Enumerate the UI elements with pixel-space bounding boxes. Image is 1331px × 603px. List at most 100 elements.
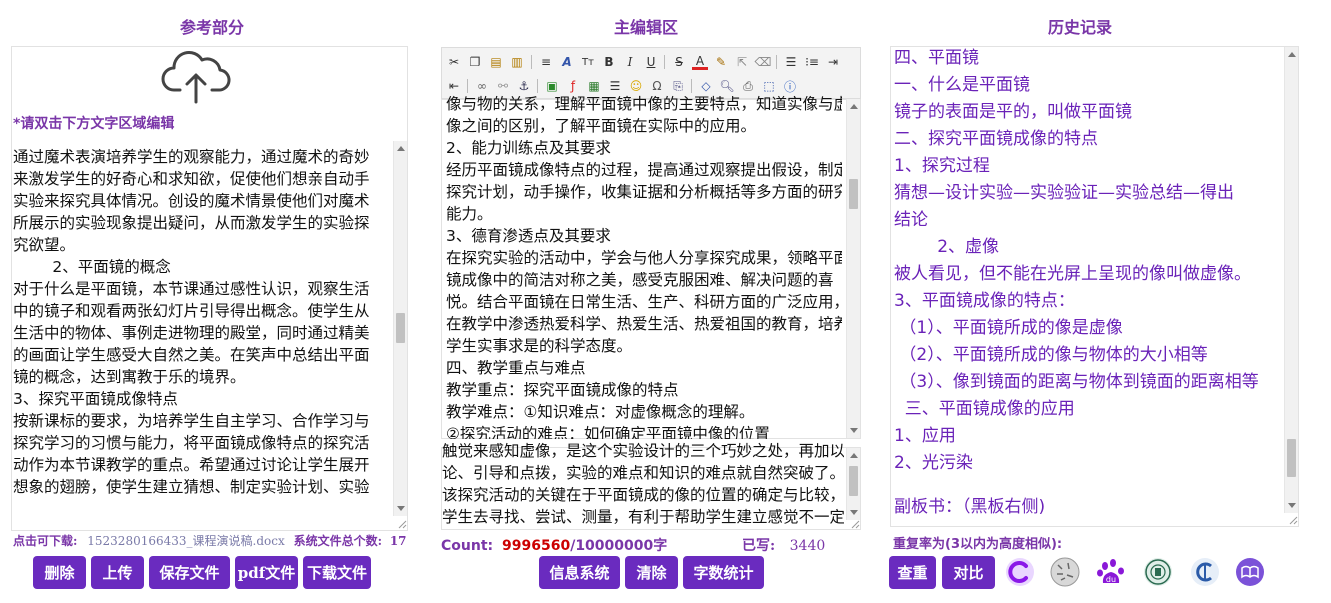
editor-main-text[interactable]: 像与物的关系，理解平面镜中像的主要特点，知道实像与虚 像之间的区别，了解平面镜在实…: [446, 93, 842, 439]
text-line: ②探究活动的难点：如何确定平面镜中像的位置: [446, 425, 770, 439]
text-line: 1、应用: [894, 426, 956, 446]
print-icon[interactable]: ⎙: [740, 78, 756, 94]
reference-text-area[interactable]: 通过魔术表演培养学生的观察能力，通过魔术的奇妙 来激发学生的好奇心和求知欲，促使他…: [13, 146, 393, 528]
anchor-icon[interactable]: ⚓: [516, 78, 532, 94]
text-line: 2、光污染: [894, 453, 973, 473]
text-line: 三、平面镜成像的应用: [894, 399, 1075, 419]
editor-lower-text[interactable]: 触觉来感知虚像，是这个实验设计的三个巧妙之处，再加以讨 论、引导和点拨，实验的难点…: [442, 440, 844, 528]
text-line: 一、什么是平面镜: [894, 75, 1030, 95]
indent-icon[interactable]: ⇥: [825, 54, 841, 70]
table-icon[interactable]: ▦: [586, 78, 602, 94]
editor-main-scrollbar[interactable]: [846, 99, 860, 438]
text-line: 镜成像中的简洁对称之美，感受克服困难、解决问题的喜: [446, 271, 834, 289]
text-line: 3、探究平面镜成像特点: [13, 390, 178, 408]
cut-icon[interactable]: ✂: [446, 54, 462, 70]
align-left-icon[interactable]: ≡: [538, 54, 554, 70]
text-line: 在教学中渗透热爱科学、热爱生活、热爱祖国的教育，培养: [446, 315, 842, 333]
maximize-icon[interactable]: ⬚: [761, 78, 777, 94]
word-count-button[interactable]: 字数统计: [683, 556, 764, 589]
text-line: 该探究活动的关键在于平面镜成的像的位置的确定与比较，让: [442, 486, 844, 504]
eraser-icon[interactable]: ⌫: [755, 54, 772, 70]
text-line: 悦。结合平面镜在日常生活、生产、科研方面的广泛应用，: [446, 293, 842, 311]
delete-button[interactable]: 删除: [33, 556, 86, 589]
download-label: 点击可下载:: [13, 534, 78, 548]
copy-icon[interactable]: ❐: [467, 54, 483, 70]
text-line: 对于什么是平面镜，本节课通过感性认识，观察生活: [13, 280, 370, 298]
select-icon[interactable]: ⇱: [734, 54, 750, 70]
history-scrollbar[interactable]: [1284, 47, 1298, 513]
bullet-list-icon[interactable]: ⁝≡: [804, 54, 820, 70]
reference-title: 参考部分: [180, 18, 245, 37]
university-seal-icon[interactable]: [1143, 557, 1173, 587]
download-file-button[interactable]: 下载文件: [303, 556, 371, 589]
text-line: 猜想—设计实验—实验验证—实验总结—得出: [894, 183, 1234, 203]
font-color-icon[interactable]: A: [692, 54, 708, 70]
bold-icon[interactable]: B: [601, 54, 617, 70]
link-icon[interactable]: ∞: [474, 78, 490, 94]
text-line: 触觉来感知虚像，是这个实验设计的三个巧妙之处，再加以讨: [442, 442, 844, 460]
text-line: 生活中的物体、事例走进物理的殿堂，同时通过精美: [13, 324, 370, 342]
cnki-logo-icon[interactable]: [1190, 557, 1220, 587]
font-size-icon[interactable]: Tт: [580, 54, 596, 70]
pdf-file-button[interactable]: pdf文件: [235, 556, 298, 589]
preview-icon[interactable]: 🔍︎: [719, 78, 735, 94]
italic-icon[interactable]: I: [622, 54, 638, 70]
text-line: 实验来探究具体情况。创设的魔术情景使他们对魔术: [13, 192, 370, 210]
text-line: 教学重点：探究平面镜成像的特点: [446, 381, 679, 399]
special-char-icon[interactable]: Ω: [649, 78, 665, 94]
check-duplicate-button[interactable]: 查重: [889, 556, 936, 589]
info-system-button[interactable]: 信息系统: [539, 556, 620, 589]
text-line: 2、虚像: [894, 237, 1000, 257]
save-file-button[interactable]: 保存文件: [149, 556, 230, 589]
smiley-icon[interactable]: ☺: [628, 78, 644, 94]
history-title: 历史记录: [1048, 18, 1113, 37]
file-count-value: 17: [389, 534, 407, 548]
font-style-icon[interactable]: A: [559, 54, 575, 70]
text-line: 被人看见，但不能在光屏上呈现的像叫做虚像。: [894, 264, 1251, 284]
resize-grip-icon[interactable]: [1289, 516, 1298, 525]
history-text-area[interactable]: 四、平面镜 一、什么是平面镜 镜子的表面是平的，叫做平面镜 二、探究平面镜成像的特点 1…: [894, 45, 1284, 525]
edit-hint: *请双击下方文字区域编辑: [13, 116, 175, 132]
paste-text-icon[interactable]: ▥: [509, 54, 525, 70]
baidu-paw-icon[interactable]: du: [1096, 557, 1126, 587]
upload-area[interactable]: [160, 48, 236, 106]
book-logo-icon[interactable]: [1235, 557, 1265, 587]
compare-button[interactable]: 对比: [942, 556, 995, 589]
paste-icon[interactable]: ▤: [488, 54, 504, 70]
reference-scrollbar[interactable]: [393, 141, 407, 516]
text-line: 想象的翅膀，使学生建立猜想、制定实验计划、实验: [13, 478, 370, 496]
outdent-icon[interactable]: ⇤: [446, 78, 462, 94]
resize-grip-icon[interactable]: [398, 520, 407, 529]
cloud-upload-icon[interactable]: [160, 48, 232, 104]
clear-button[interactable]: 清除: [625, 556, 678, 589]
file-count-label: 系统文件总个数:: [293, 534, 382, 548]
text-line: （1）、平面镜所成的像是虚像: [894, 318, 1123, 338]
circle-c-logo-icon[interactable]: [1005, 557, 1035, 587]
about-icon[interactable]: ⓘ: [782, 78, 798, 94]
strikethrough-icon[interactable]: S: [671, 54, 687, 70]
highlight-icon[interactable]: ✎: [713, 54, 729, 70]
count-max: /10000000字: [570, 538, 668, 554]
text-line: 二、探究平面镜成像的特点: [894, 129, 1098, 149]
upload-button[interactable]: 上传: [91, 556, 144, 589]
repeat-rate-label: 重复率为(3以内为高度相似):: [893, 537, 1063, 552]
source-code-icon[interactable]: ◇: [698, 78, 714, 94]
flash-icon[interactable]: ƒ: [565, 78, 581, 94]
list-icon[interactable]: ☰: [783, 54, 799, 70]
text-line: （3）、像到镜面的距离与物体到镜面的距离相等: [894, 372, 1259, 392]
count-value: 9996560: [502, 538, 571, 554]
image-icon[interactable]: ▣: [544, 78, 560, 94]
text-line: 四、教学重点与难点: [446, 359, 586, 377]
page-break-icon[interactable]: ⎘: [670, 78, 686, 94]
text-line: 在探究实验的活动中，学会与他人分享探究成果，领略平面: [446, 249, 842, 267]
wikipedia-globe-icon[interactable]: [1050, 557, 1080, 587]
unlink-icon[interactable]: ⚯: [495, 78, 511, 94]
text-line: [894, 477, 1284, 494]
text-line: 学生去寻找、尝试、测量，有利于帮助学生建立感觉不一定可: [442, 508, 844, 526]
text-line: 四、平面镜: [894, 48, 979, 68]
horizontal-rule-icon[interactable]: ☰: [607, 78, 623, 94]
editor-lower-scrollbar[interactable]: [846, 448, 860, 520]
resize-grip-icon[interactable]: [851, 520, 860, 529]
underline-icon[interactable]: U: [643, 54, 659, 70]
download-file-link[interactable]: 1523280166433_课程演说稿.docx: [87, 534, 284, 548]
